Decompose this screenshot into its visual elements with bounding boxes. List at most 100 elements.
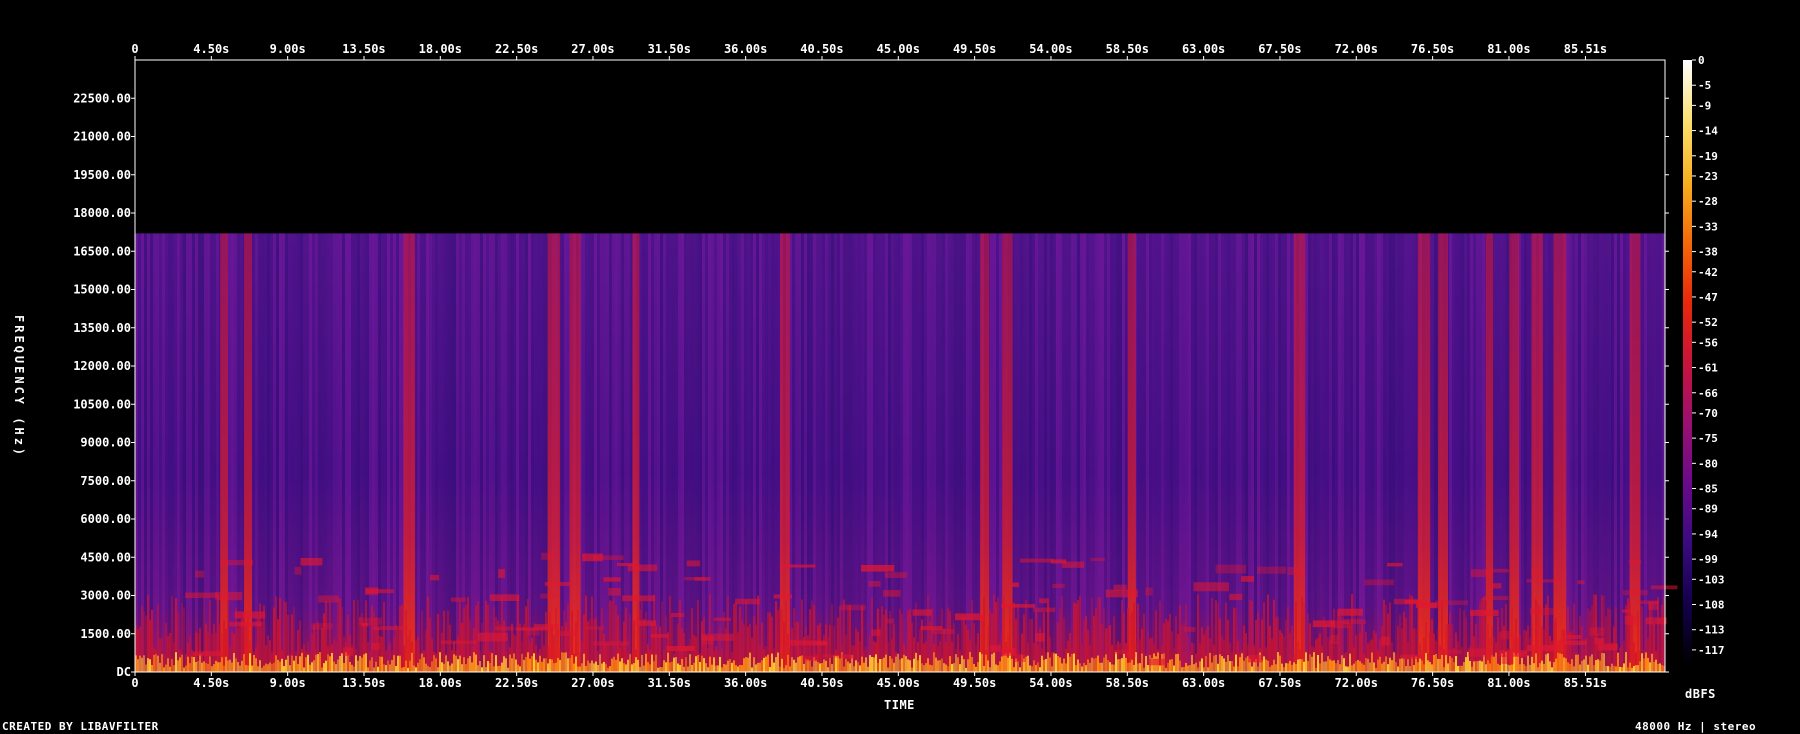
bass-energy <box>503 656 505 672</box>
bass-energy <box>267 664 269 672</box>
bass-energy <box>719 656 721 672</box>
spectrum-texture <box>195 233 198 672</box>
bass-energy <box>231 662 233 672</box>
bass-energy <box>1655 659 1657 672</box>
bass-energy <box>1333 660 1335 672</box>
mid-energy <box>886 618 895 624</box>
low-energy <box>785 601 787 672</box>
x-tick-label-bottom: 72.00s <box>1335 676 1378 690</box>
bass-energy <box>563 652 565 672</box>
bass-energy <box>747 657 749 672</box>
bass-energy <box>1429 662 1431 672</box>
spectrum-texture <box>792 233 795 672</box>
colorbar-tick-label: -38 <box>1698 246 1718 259</box>
bass-energy <box>1107 660 1109 672</box>
bass-energy <box>871 656 873 672</box>
bass-energy <box>961 655 963 672</box>
bass-energy <box>607 667 609 672</box>
bass-energy <box>601 663 603 672</box>
bass-energy <box>991 654 993 672</box>
spectrum-texture <box>1200 233 1203 672</box>
mid-energy <box>373 626 408 631</box>
spectrum-texture <box>312 233 315 672</box>
bass-energy <box>507 667 509 672</box>
spectrum-texture <box>297 233 300 672</box>
bass-energy <box>1423 664 1425 672</box>
spectrum-texture <box>1611 233 1614 672</box>
spectrum-texture <box>657 233 660 672</box>
spectrum-texture <box>1140 233 1143 672</box>
spectrum-texture <box>444 233 447 672</box>
bass-energy <box>441 662 443 672</box>
spectrum-texture <box>1467 233 1470 672</box>
bass-energy <box>769 666 771 672</box>
low-energy <box>1185 604 1187 672</box>
mid-energy <box>839 604 866 611</box>
mid-energy <box>1229 593 1243 601</box>
bass-energy <box>1245 657 1247 672</box>
spectrum-texture <box>564 233 567 672</box>
spectrum-texture <box>1143 233 1146 672</box>
bass-energy <box>1203 667 1205 672</box>
spectrum-texture <box>1191 233 1194 672</box>
spectrum-texture <box>1203 233 1206 672</box>
spectrum-texture <box>1275 233 1278 672</box>
bass-energy <box>1627 667 1629 672</box>
low-energy <box>911 622 913 672</box>
spectrum-texture <box>1035 233 1038 672</box>
bass-energy <box>487 661 489 672</box>
mid-energy <box>1329 635 1339 644</box>
spectrum-texture <box>294 233 297 672</box>
bass-energy <box>771 653 773 672</box>
bass-energy <box>1653 661 1655 672</box>
bass-energy <box>1371 652 1373 672</box>
bass-energy <box>573 663 575 672</box>
y-tick-label: 1500.00 <box>80 627 131 641</box>
bass-energy <box>1373 662 1375 672</box>
bass-energy <box>1395 662 1397 672</box>
low-energy <box>145 615 147 672</box>
bass-energy <box>783 667 785 672</box>
bass-energy <box>261 667 263 672</box>
mid-energy <box>795 640 826 646</box>
low-energy <box>1127 608 1129 672</box>
y-tick-label: 18000.00 <box>73 206 131 220</box>
bass-energy <box>1591 654 1593 672</box>
bass-energy <box>823 659 825 672</box>
spectrum-texture <box>441 233 444 672</box>
mid-energy <box>1555 640 1587 646</box>
low-energy <box>1061 595 1063 672</box>
spectrum-texture <box>1401 233 1404 672</box>
low-energy <box>507 643 509 672</box>
bass-energy <box>387 660 389 672</box>
bass-energy <box>1461 665 1463 672</box>
low-energy <box>437 613 439 672</box>
spectrum-texture <box>375 233 378 672</box>
mid-energy <box>1248 655 1263 663</box>
bass-energy <box>397 655 399 672</box>
bass-energy <box>1365 657 1367 672</box>
mid-energy <box>779 564 816 568</box>
bass-energy <box>373 667 375 672</box>
bass-energy <box>1235 654 1237 672</box>
low-energy <box>1197 594 1199 672</box>
bass-energy <box>647 662 649 672</box>
low-energy <box>251 621 253 672</box>
bass-energy <box>181 654 183 672</box>
spectrum-texture <box>438 233 441 672</box>
bass-energy <box>985 654 987 672</box>
bass-energy <box>837 655 839 672</box>
spectrum-texture <box>1278 233 1281 672</box>
colorbar-tick-label: -42 <box>1698 266 1718 279</box>
colorbar-tick-label: -61 <box>1698 362 1718 375</box>
bass-energy <box>1113 664 1115 672</box>
bass-energy <box>1275 664 1277 672</box>
spectrum-texture <box>723 233 726 672</box>
spectrum-texture <box>498 233 501 672</box>
low-energy <box>625 607 627 672</box>
bass-energy <box>1159 665 1161 672</box>
low-energy <box>1203 634 1205 672</box>
bass-energy <box>1493 656 1495 672</box>
low-energy <box>887 641 889 672</box>
spectrum-texture <box>1461 233 1464 672</box>
